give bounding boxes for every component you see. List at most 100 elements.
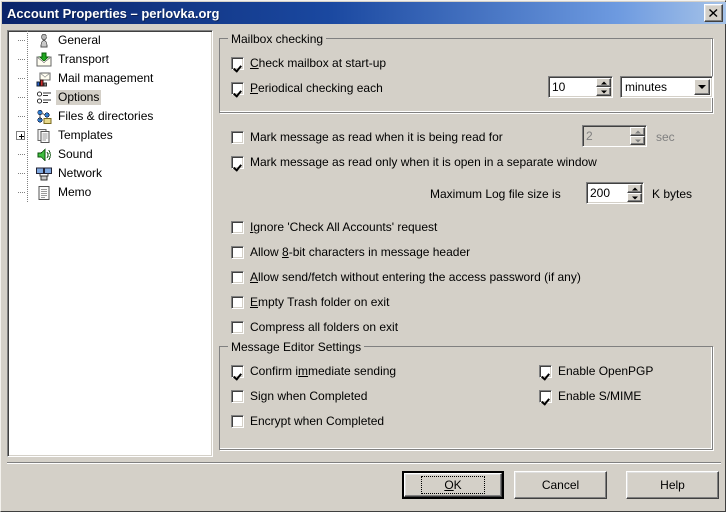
spin-down-icon[interactable] <box>627 193 642 202</box>
options-list-icon <box>36 90 52 106</box>
checkbox-box <box>231 270 244 284</box>
note-icon <box>36 185 52 201</box>
periodical-checking-checkbox[interactable]: Periodical checking each <box>231 81 383 95</box>
spin-up-icon[interactable] <box>596 78 611 87</box>
option-compress-all-folders-on-exit-checkbox[interactable]: Compress all folders on exit <box>231 320 398 334</box>
tree-connector <box>18 88 36 107</box>
sidebar-item-transport[interactable]: Transport <box>8 50 212 69</box>
interval-spin-buttons[interactable] <box>596 78 611 96</box>
sidebar-item-files-directories[interactable]: Files & directories <box>8 107 212 126</box>
sidebar-item-options[interactable]: Options <box>8 88 212 107</box>
ok-button-label: OK <box>421 476 485 494</box>
spin-up-icon <box>630 127 645 136</box>
sidebar-item-label: Mail management <box>58 71 154 85</box>
checkbox-box <box>231 245 244 259</box>
spin-up-icon[interactable] <box>627 184 642 193</box>
read-seconds-value: 2 <box>586 129 593 143</box>
checkbox-box <box>231 295 244 309</box>
spin-down-icon[interactable] <box>596 87 611 96</box>
interval-unit-select[interactable]: minutes <box>620 76 713 98</box>
mark-read-after-seconds-checkbox[interactable]: Mark message as read when it is being re… <box>231 130 503 144</box>
tree-connector <box>16 126 36 145</box>
max-log-size-value: 200 <box>590 186 611 200</box>
options-pane: Mailbox checking Check mailbox at start-… <box>219 30 721 457</box>
mark-read-separate-window-label: Mark message as read only when it is ope… <box>250 155 597 169</box>
cancel-button[interactable]: Cancel <box>514 471 607 499</box>
option-allow-8-bit-characters-in-message-header-checkbox[interactable]: Allow 8-bit characters in message header <box>231 245 470 259</box>
message-editor-title: Message Editor Settings <box>228 340 365 354</box>
mark-read-separate-window-checkbox[interactable]: Mark message as read only when it is ope… <box>231 155 597 169</box>
title-bar: Account Properties – perlovka.org <box>2 2 726 24</box>
account-properties-dialog: Account Properties – perlovka.org Genera… <box>0 0 726 512</box>
sidebar-item-mail-management[interactable]: Mail management <box>8 69 212 88</box>
category-tree[interactable]: General Transport Mail management Option… <box>7 30 213 457</box>
speaker-icon <box>36 147 52 163</box>
ok-button[interactable]: OK <box>402 471 504 499</box>
editor-enable-openpgp-checkbox[interactable]: Enable OpenPGP <box>539 364 653 378</box>
max-log-spin-buttons[interactable] <box>627 184 642 202</box>
editor-sign-when-completed-checkbox-label: Sign when Completed <box>250 389 368 403</box>
checkbox-box <box>231 155 244 169</box>
sidebar-item-label: Options <box>56 90 102 105</box>
tree-connector <box>18 69 36 88</box>
help-button[interactable]: Help <box>626 471 719 499</box>
editor-enable-openpgp-checkbox-label: Enable OpenPGP <box>558 364 654 378</box>
tree-connector <box>18 107 36 126</box>
editor-encrypt-when-completed-checkbox[interactable]: Encrypt when Completed <box>231 414 384 428</box>
sidebar-item-label: Templates <box>58 128 113 142</box>
sidebar-item-network[interactable]: Network <box>8 164 212 183</box>
interval-value: 10 <box>552 80 566 94</box>
close-glyph <box>709 9 718 17</box>
read-seconds-unit-label: sec <box>656 130 675 144</box>
periodical-checking-label: Periodical checking each <box>250 81 383 95</box>
option-allow-8-bit-characters-in-message-header-checkbox-label: Allow 8-bit characters in message header <box>250 245 471 259</box>
option-empty-trash-folder-on-exit-checkbox[interactable]: Empty Trash folder on exit <box>231 295 389 309</box>
checkbox-box <box>539 364 552 378</box>
editor-confirm-immediate-sending-checkbox[interactable]: Confirm immediate sending <box>231 364 396 378</box>
chevron-down-icon[interactable] <box>694 79 710 95</box>
footer-separator <box>7 462 721 464</box>
interval-spinner[interactable]: 10 <box>548 76 613 98</box>
tree-connector <box>18 50 36 69</box>
tree-connector <box>18 164 36 183</box>
max-log-size-unit-label: K bytes <box>652 187 693 201</box>
option-empty-trash-folder-on-exit-checkbox-label: Empty Trash folder on exit <box>250 295 390 309</box>
checkbox-box <box>231 130 244 144</box>
cancel-button-label: Cancel <box>541 478 580 492</box>
option-compress-all-folders-on-exit-checkbox-label: Compress all folders on exit <box>250 320 399 334</box>
spin-down-icon <box>630 136 645 145</box>
window-title: Account Properties – perlovka.org <box>7 5 220 21</box>
editor-confirm-immediate-sending-checkbox-label: Confirm immediate sending <box>250 364 397 378</box>
sidebar-item-templates[interactable]: Templates <box>8 126 212 145</box>
mailbox-checking-title: Mailbox checking <box>228 32 327 46</box>
sidebar-item-label: Memo <box>58 185 92 199</box>
editor-sign-when-completed-checkbox[interactable]: Sign when Completed <box>231 389 367 403</box>
check-mailbox-at-startup-checkbox[interactable]: Check mailbox at start-up <box>231 56 386 70</box>
sidebar-item-label: Transport <box>58 52 109 66</box>
option-allow-send-fetch-without-entering-the-acce-checkbox-label: Allow send/fetch without entering the ac… <box>250 270 581 284</box>
option-ignore-check-all-accounts-request-checkbox[interactable]: Ignore 'Check All Accounts' request <box>231 220 437 234</box>
ok-button-inner: OK <box>404 473 502 497</box>
checkbox-box <box>231 320 244 334</box>
network-icon <box>36 166 52 182</box>
expand-node-icon[interactable] <box>16 131 25 140</box>
editor-encrypt-when-completed-checkbox-label: Encrypt when Completed <box>250 414 385 428</box>
sidebar-item-sound[interactable]: Sound <box>8 145 212 164</box>
sidebar-item-label: Network <box>58 166 103 180</box>
check-mailbox-at-startup-label: Check mailbox at start-up <box>250 56 387 70</box>
envelope-icon <box>36 52 52 68</box>
help-button-label: Help <box>660 478 685 492</box>
interval-unit-value: minutes <box>625 80 668 94</box>
tree-connector <box>18 145 36 164</box>
option-allow-send-fetch-without-entering-the-acce-checkbox[interactable]: Allow send/fetch without entering the ac… <box>231 270 581 284</box>
editor-enable-s-mime-checkbox[interactable]: Enable S/MIME <box>539 389 641 403</box>
max-log-size-label: Maximum Log file size is <box>430 187 561 201</box>
close-icon[interactable] <box>704 4 723 22</box>
sidebar-item-memo[interactable]: Memo <box>8 183 212 202</box>
max-log-size-spinner[interactable]: 200 <box>586 182 644 204</box>
checkbox-box <box>231 220 244 234</box>
checkbox-box <box>539 389 552 403</box>
sidebar-item-label: Files & directories <box>58 109 154 123</box>
sidebar-item-general[interactable]: General <box>8 31 212 50</box>
checkbox-box <box>231 364 244 378</box>
